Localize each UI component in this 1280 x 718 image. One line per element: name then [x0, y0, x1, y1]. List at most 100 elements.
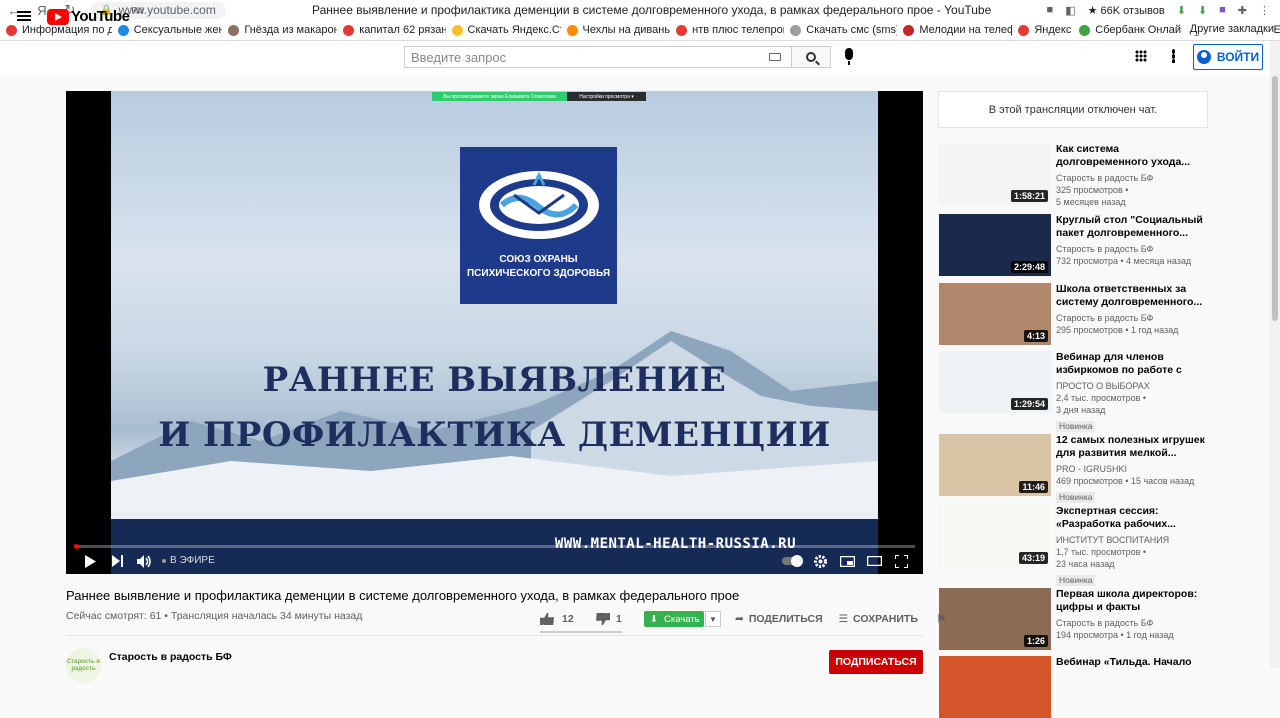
- bookmark-item[interactable]: Сбербанк Онлайн: [1073, 24, 1185, 36]
- like-button[interactable]: 12: [540, 613, 588, 625]
- video-duration: 2:29:48: [1010, 261, 1048, 273]
- recommendation-title[interactable]: 12 самых полезных игрушек для развития м…: [1056, 434, 1206, 460]
- thumbs-down-icon: [596, 613, 610, 625]
- video-duration: 1:26: [1023, 635, 1048, 647]
- download-dropdown-icon[interactable]: ▼: [705, 611, 721, 627]
- share-settings[interactable]: Настройки просмотра ▾: [567, 92, 646, 101]
- signin-button[interactable]: ВОЙТИ: [1193, 44, 1263, 70]
- recommendation-thumbnail[interactable]: 2:29:48: [939, 214, 1051, 276]
- recommendation-meta-age: 23 часа назад: [1056, 559, 1115, 569]
- recommendation-item[interactable]: 1:29:54 Вебинар для членов избиркомов по …: [939, 351, 1209, 432]
- video-player[interactable]: Вы просматриваете экран Елизавета Олексе…: [66, 91, 923, 574]
- recommendation-thumbnail[interactable]: 4:13: [939, 283, 1051, 345]
- bookmark-item[interactable]: Информация по д: [0, 24, 112, 36]
- bookmark-item[interactable]: Сексуальные жен: [112, 24, 222, 36]
- download-ext-icon[interactable]: ⬇: [1177, 4, 1186, 17]
- bookmark-item[interactable]: Скачать Яндекс.Ст: [446, 24, 561, 36]
- recommendation-title[interactable]: Школа ответственных за систему долговрем…: [1056, 283, 1206, 309]
- autoplay-toggle[interactable]: [782, 555, 803, 567]
- progress-handle[interactable]: [74, 544, 79, 549]
- divider: [66, 635, 923, 636]
- bookmarks-bar: Информация по д Сексуальные жен Гнёзда из …: [0, 20, 1280, 41]
- recommendation-title[interactable]: Экспертная сессия: «Разработка рабочих..…: [1056, 505, 1206, 531]
- recommendation-item[interactable]: Вебинар «Тильда. Начало: [939, 656, 1209, 718]
- bookmark-item[interactable]: нтв плюс телепрог: [670, 24, 784, 36]
- fullscreen-icon[interactable]: [893, 553, 909, 569]
- recommendation-channel[interactable]: ПРОСТО О ВЫБОРАХ: [1056, 380, 1206, 392]
- recommendation-thumbnail[interactable]: 43:19: [939, 505, 1051, 567]
- recommendation-title[interactable]: Круглый стол "Социальный пакет долговрем…: [1056, 214, 1206, 240]
- recommendation-title[interactable]: Вебинар для членов избиркомов по работе …: [1056, 351, 1206, 377]
- microphone-icon[interactable]: [845, 48, 853, 65]
- recommendation-thumbnail[interactable]: 1:26: [939, 588, 1051, 650]
- share-button[interactable]: ➦ ПОДЕЛИТЬСЯ: [735, 613, 823, 625]
- save-button[interactable]: ☰ СОХРАНИТЬ: [839, 613, 918, 625]
- dislike-count: 1: [616, 613, 622, 625]
- recommendation-item[interactable]: 4:13 Школа ответственных за систему долго…: [939, 283, 1209, 345]
- recommendation-info: Круглый стол "Социальный пакет долговрем…: [1056, 214, 1206, 267]
- play-icon[interactable]: [82, 553, 98, 569]
- recommendation-title[interactable]: Как система долговременного ухода...: [1056, 143, 1206, 169]
- recommendation-thumbnail[interactable]: 1:58:21: [939, 143, 1051, 205]
- recommendation-channel[interactable]: Старость в радость БФ: [1056, 617, 1206, 629]
- bookmark-icon[interactable]: ■: [1047, 4, 1054, 16]
- extension-purple-icon[interactable]: ■: [1219, 4, 1226, 16]
- volume-icon[interactable]: [136, 553, 152, 569]
- org-emblem-icon: [478, 171, 599, 239]
- bookmark-item[interactable]: капитал 62 рязан: [337, 24, 446, 36]
- bookmark-item[interactable]: Чехлы на диваны: [561, 24, 670, 36]
- subscribe-button[interactable]: ПОДПИСАТЬСЯ: [829, 650, 923, 674]
- search-input[interactable]: Введите запрос: [404, 46, 792, 68]
- bookmark-label: Информация по д: [22, 24, 112, 36]
- next-icon[interactable]: [110, 553, 126, 569]
- settings-dots-icon[interactable]: [1172, 49, 1175, 63]
- extension-icon[interactable]: ◧: [1065, 4, 1075, 17]
- recommendation-title[interactable]: Первая школа директоров: цифры и факты: [1056, 588, 1206, 614]
- download-ext2-icon[interactable]: ⬇: [1198, 4, 1207, 17]
- recommendation-item[interactable]: 11:46 12 самых полезных игрушек для разви…: [939, 434, 1209, 503]
- bookmark-item[interactable]: Мелодии на телеф: [897, 24, 1012, 36]
- download-button[interactable]: ⬇ Скачать: [644, 611, 704, 627]
- miniplayer-icon[interactable]: [839, 553, 855, 569]
- youtube-logo[interactable]: YouTube RU: [47, 6, 143, 25]
- recommendation-meta: 295 просмотров • 1 год назад: [1056, 325, 1179, 335]
- bookmark-item[interactable]: Скачать смс (sms): [784, 24, 897, 36]
- report-flag-icon[interactable]: ⚑: [936, 612, 947, 626]
- hamburger-menu-icon[interactable]: [17, 11, 31, 21]
- recommendation-item[interactable]: 2:29:48 Круглый стол "Социальный пакет до…: [939, 214, 1209, 276]
- keyboard-icon[interactable]: [769, 53, 781, 61]
- recommendation-item[interactable]: 1:26 Первая школа директоров: цифры и фак…: [939, 588, 1209, 650]
- settings-gear-icon[interactable]: [812, 553, 828, 569]
- theater-mode-icon[interactable]: [866, 553, 882, 569]
- bookmark-item[interactable]: Яндекс: [1012, 24, 1073, 36]
- bookmark-label: нтв плюс телепрог: [692, 24, 785, 36]
- menu-icon[interactable]: ⋮: [1259, 4, 1270, 17]
- progress-bar[interactable]: [74, 544, 915, 549]
- recommendation-thumbnail[interactable]: 11:46: [939, 434, 1051, 496]
- recommendation-thumbnail[interactable]: 1:29:54: [939, 351, 1051, 413]
- bookmark-label: Сбербанк Онлайн: [1095, 24, 1185, 36]
- recommendation-channel[interactable]: Старость в радость БФ: [1056, 312, 1206, 324]
- recommendation-thumbnail[interactable]: [939, 656, 1051, 718]
- dislike-button[interactable]: 1: [596, 613, 632, 625]
- recommendation-channel[interactable]: Старость в радость БФ: [1056, 243, 1206, 255]
- recommendation-channel[interactable]: PRO - IGRUSHKI: [1056, 463, 1206, 475]
- recommendation-item[interactable]: 1:58:21 Как система долговременного ухода…: [939, 143, 1209, 207]
- recommendation-channel[interactable]: Старость в радость БФ: [1056, 172, 1206, 184]
- recommendation-channel[interactable]: ИНСТИТУТ ВОСПИТАНИЯ: [1056, 534, 1206, 546]
- reviews-badge[interactable]: ★ 66K отзывов: [1088, 4, 1165, 17]
- channel-name[interactable]: Старость в радость БФ: [109, 651, 232, 683]
- recommendation-title[interactable]: Вебинар «Тильда. Начало: [1056, 656, 1206, 669]
- page-scrollbar[interactable]: [1270, 41, 1280, 668]
- other-bookmarks[interactable]: Другие закладки: [1181, 23, 1274, 35]
- search-button[interactable]: [791, 46, 831, 68]
- chat-disabled-text: В этой трансляции отключен чат.: [988, 103, 1158, 116]
- live-indicator[interactable]: В ЭФИРЕ: [162, 555, 215, 566]
- channel-avatar[interactable]: Старость в радость: [66, 648, 101, 683]
- puzzle-icon[interactable]: ✚: [1238, 4, 1247, 17]
- recommendation-item[interactable]: 43:19 Экспертная сессия: «Разработка рабо…: [939, 505, 1209, 586]
- apps-grid-icon[interactable]: [1135, 50, 1147, 62]
- scrollbar-thumb[interactable]: [1272, 76, 1278, 321]
- recommendation-info: Вебинар для членов избиркомов по работе …: [1056, 351, 1206, 434]
- bookmark-item[interactable]: Гнёзда из макарон: [222, 24, 337, 36]
